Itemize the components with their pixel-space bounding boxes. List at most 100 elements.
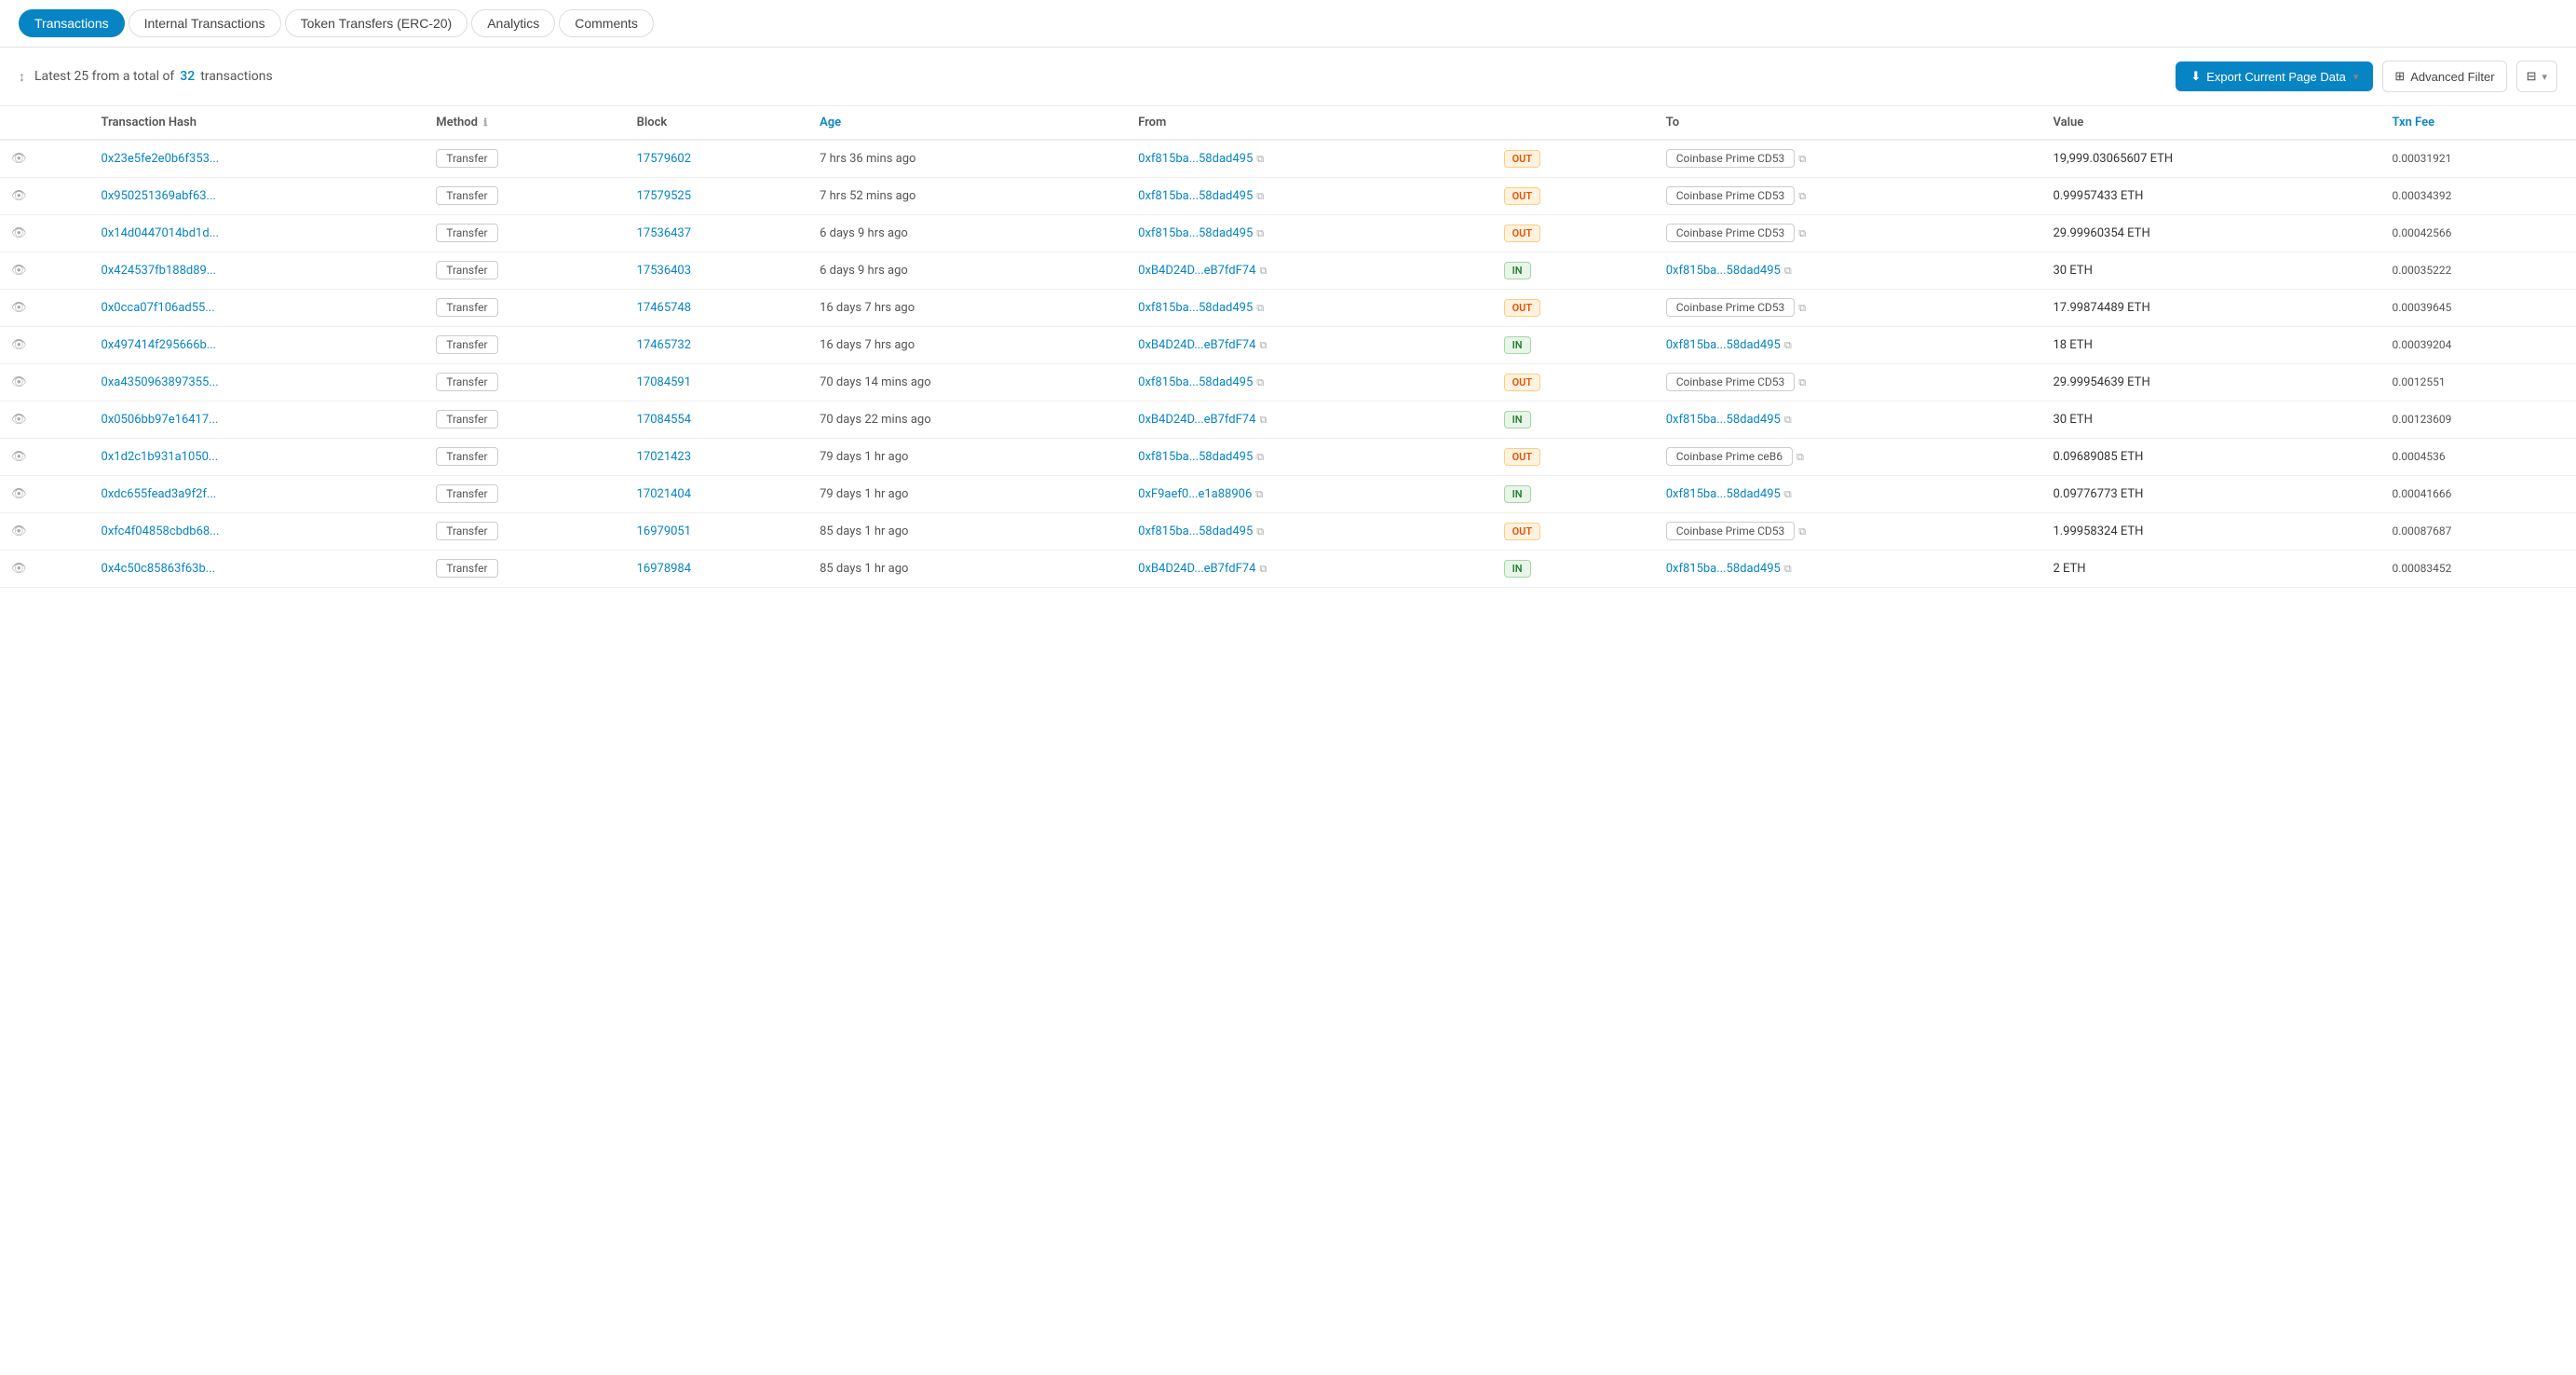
copy-from-icon[interactable]: ⧉ [1259,265,1267,277]
tab-analytics[interactable]: Analytics [471,9,555,37]
block-link[interactable]: 17465732 [637,338,691,352]
eye-icon[interactable]: 👁 [11,450,27,464]
copy-from-icon[interactable]: ⧉ [1256,227,1264,239]
from-link[interactable]: 0xf815ba...58dad495 [1138,450,1253,464]
txhash-link[interactable]: 0x1d2c1b931a1050... [102,450,219,464]
copy-to-icon[interactable]: ⧉ [1798,153,1806,165]
txhash-link[interactable]: 0x4c50c85863f63b... [102,562,216,576]
from-link[interactable]: 0xf815ba...58dad495 [1138,152,1253,166]
copy-to-icon[interactable]: ⧉ [1798,376,1806,388]
from-link[interactable]: 0xF9aef0...e1a88906 [1138,487,1252,501]
txnfee-text: 0.00087687 [2392,524,2451,538]
export-button[interactable]: ⬇ Export Current Page Data ▾ [2176,61,2373,91]
copy-to-icon[interactable]: ⧉ [1784,339,1792,351]
copy-to-icon[interactable]: ⧉ [1798,227,1806,239]
eye-icon[interactable]: 👁 [11,413,27,427]
to-link[interactable]: 0xf815ba...58dad495 [1666,413,1781,427]
block-link[interactable]: 17021404 [637,487,691,501]
eye-icon[interactable]: 👁 [11,487,27,501]
from-cell: 0xB4D24D...eB7fdF74 ⧉ [1127,551,1486,588]
from-link[interactable]: 0xB4D24D...eB7fdF74 [1138,413,1255,427]
from-link[interactable]: 0xf815ba...58dad495 [1138,524,1253,538]
copy-from-icon[interactable]: ⧉ [1256,153,1264,165]
from-link[interactable]: 0xf815ba...58dad495 [1138,189,1253,203]
eye-icon[interactable]: 👁 [11,152,27,166]
eye-icon[interactable]: 👁 [11,264,27,278]
to-link[interactable]: 0xf815ba...58dad495 [1666,562,1781,576]
block-link[interactable]: 17536437 [637,226,691,240]
direction-cell: OUT [1487,439,1655,476]
txhash-link[interactable]: 0x0cca07f106ad55... [102,301,215,315]
txhash-link[interactable]: 0xfc4f04858cbdb68... [102,524,220,538]
copy-to-icon[interactable]: ⧉ [1784,563,1792,575]
copy-to-icon[interactable]: ⧉ [1798,525,1806,538]
eye-icon[interactable]: 👁 [11,524,27,538]
to-link[interactable]: 0xf815ba...58dad495 [1666,338,1781,352]
value-text: 0.09689085 ETH [2053,450,2143,464]
copy-to-icon[interactable]: ⧉ [1796,451,1804,463]
direction-badge: IN [1504,560,1531,578]
copy-from-icon[interactable]: ⧉ [1256,376,1264,388]
txhash-link[interactable]: 0xdc655fead3a9f2f... [102,487,217,501]
copy-from-icon[interactable]: ⧉ [1259,563,1267,575]
block-cell: 17021404 [626,476,809,513]
copy-to-icon[interactable]: ⧉ [1784,414,1792,426]
block-link[interactable]: 16978984 [637,562,691,576]
copy-from-icon[interactable]: ⧉ [1256,451,1264,463]
block-link[interactable]: 17536403 [637,264,691,278]
txhash-link[interactable]: 0x424537fb188d89... [102,264,217,278]
txnfee-cell: 0.00087687 [2380,513,2576,551]
copy-from-icon[interactable]: ⧉ [1256,302,1264,314]
txhash-link[interactable]: 0xa4350963897355... [102,375,219,389]
to-link[interactable]: 0xf815ba...58dad495 [1666,487,1781,501]
eye-icon[interactable]: 👁 [11,189,27,203]
eye-icon[interactable]: 👁 [11,301,27,315]
copy-from-icon[interactable]: ⧉ [1259,414,1267,426]
block-link[interactable]: 17465748 [637,301,691,315]
copy-to-icon[interactable]: ⧉ [1798,302,1806,314]
tab-token-transfers[interactable]: Token Transfers (ERC-20) [285,9,468,37]
txhash-link[interactable]: 0x497414f295666b... [102,338,217,352]
from-link[interactable]: 0xf815ba...58dad495 [1138,375,1253,389]
copy-from-icon[interactable]: ⧉ [1259,339,1267,351]
eye-icon[interactable]: 👁 [11,375,27,389]
copy-from-icon[interactable]: ⧉ [1255,488,1263,500]
block-link[interactable]: 17084591 [637,375,691,389]
copy-from-icon[interactable]: ⧉ [1256,190,1264,202]
from-link[interactable]: 0xB4D24D...eB7fdF74 [1138,264,1255,278]
block-link[interactable]: 17579525 [637,189,691,203]
block-link[interactable]: 16979051 [637,524,691,538]
block-link[interactable]: 17021423 [637,450,691,464]
eye-icon[interactable]: 👁 [11,226,27,240]
tx-count: 32 [180,69,195,84]
copy-from-icon[interactable]: ⧉ [1256,525,1264,538]
tab-internal-transactions[interactable]: Internal Transactions [129,9,281,37]
block-link[interactable]: 17579602 [637,152,691,166]
filter-toggle-button[interactable]: ⊟ ▾ [2516,61,2557,92]
from-link[interactable]: 0xf815ba...58dad495 [1138,301,1253,315]
table-body: 👁0x23e5fe2e0b6f353...Transfer175796027 h… [0,140,2576,588]
txhash-link[interactable]: 0x23e5fe2e0b6f353... [102,152,220,166]
tab-comments[interactable]: Comments [559,9,654,37]
txhash-link[interactable]: 0x0506bb97e16417... [102,413,219,427]
eye-icon[interactable]: 👁 [11,562,27,576]
from-link[interactable]: 0xB4D24D...eB7fdF74 [1138,338,1255,352]
txhash-link[interactable]: 0x14d0447014bd1d... [102,226,219,240]
txhash-link[interactable]: 0x950251369abf63... [102,189,216,203]
eye-icon[interactable]: 👁 [11,338,27,352]
value-cell: 17.99874489 ETH [2041,290,2380,327]
block-cell: 17579602 [626,140,809,178]
copy-to-icon[interactable]: ⧉ [1798,190,1806,202]
tab-transactions[interactable]: Transactions [19,9,125,37]
method-badge: Transfer [436,522,497,540]
age-text: 16 days 7 hrs ago [820,338,915,352]
advanced-filter-button[interactable]: ⊞ Advanced Filter [2382,61,2506,92]
copy-to-icon[interactable]: ⧉ [1784,265,1792,277]
to-link[interactable]: 0xf815ba...58dad495 [1666,264,1781,278]
from-link[interactable]: 0xB4D24D...eB7fdF74 [1138,562,1255,576]
from-link[interactable]: 0xf815ba...58dad495 [1138,226,1253,240]
copy-to-icon[interactable]: ⧉ [1784,488,1792,500]
col-eye [0,106,90,140]
transactions-table: Transaction Hash Method ℹ Block Age From… [0,106,2576,588]
block-link[interactable]: 17084554 [637,413,691,427]
